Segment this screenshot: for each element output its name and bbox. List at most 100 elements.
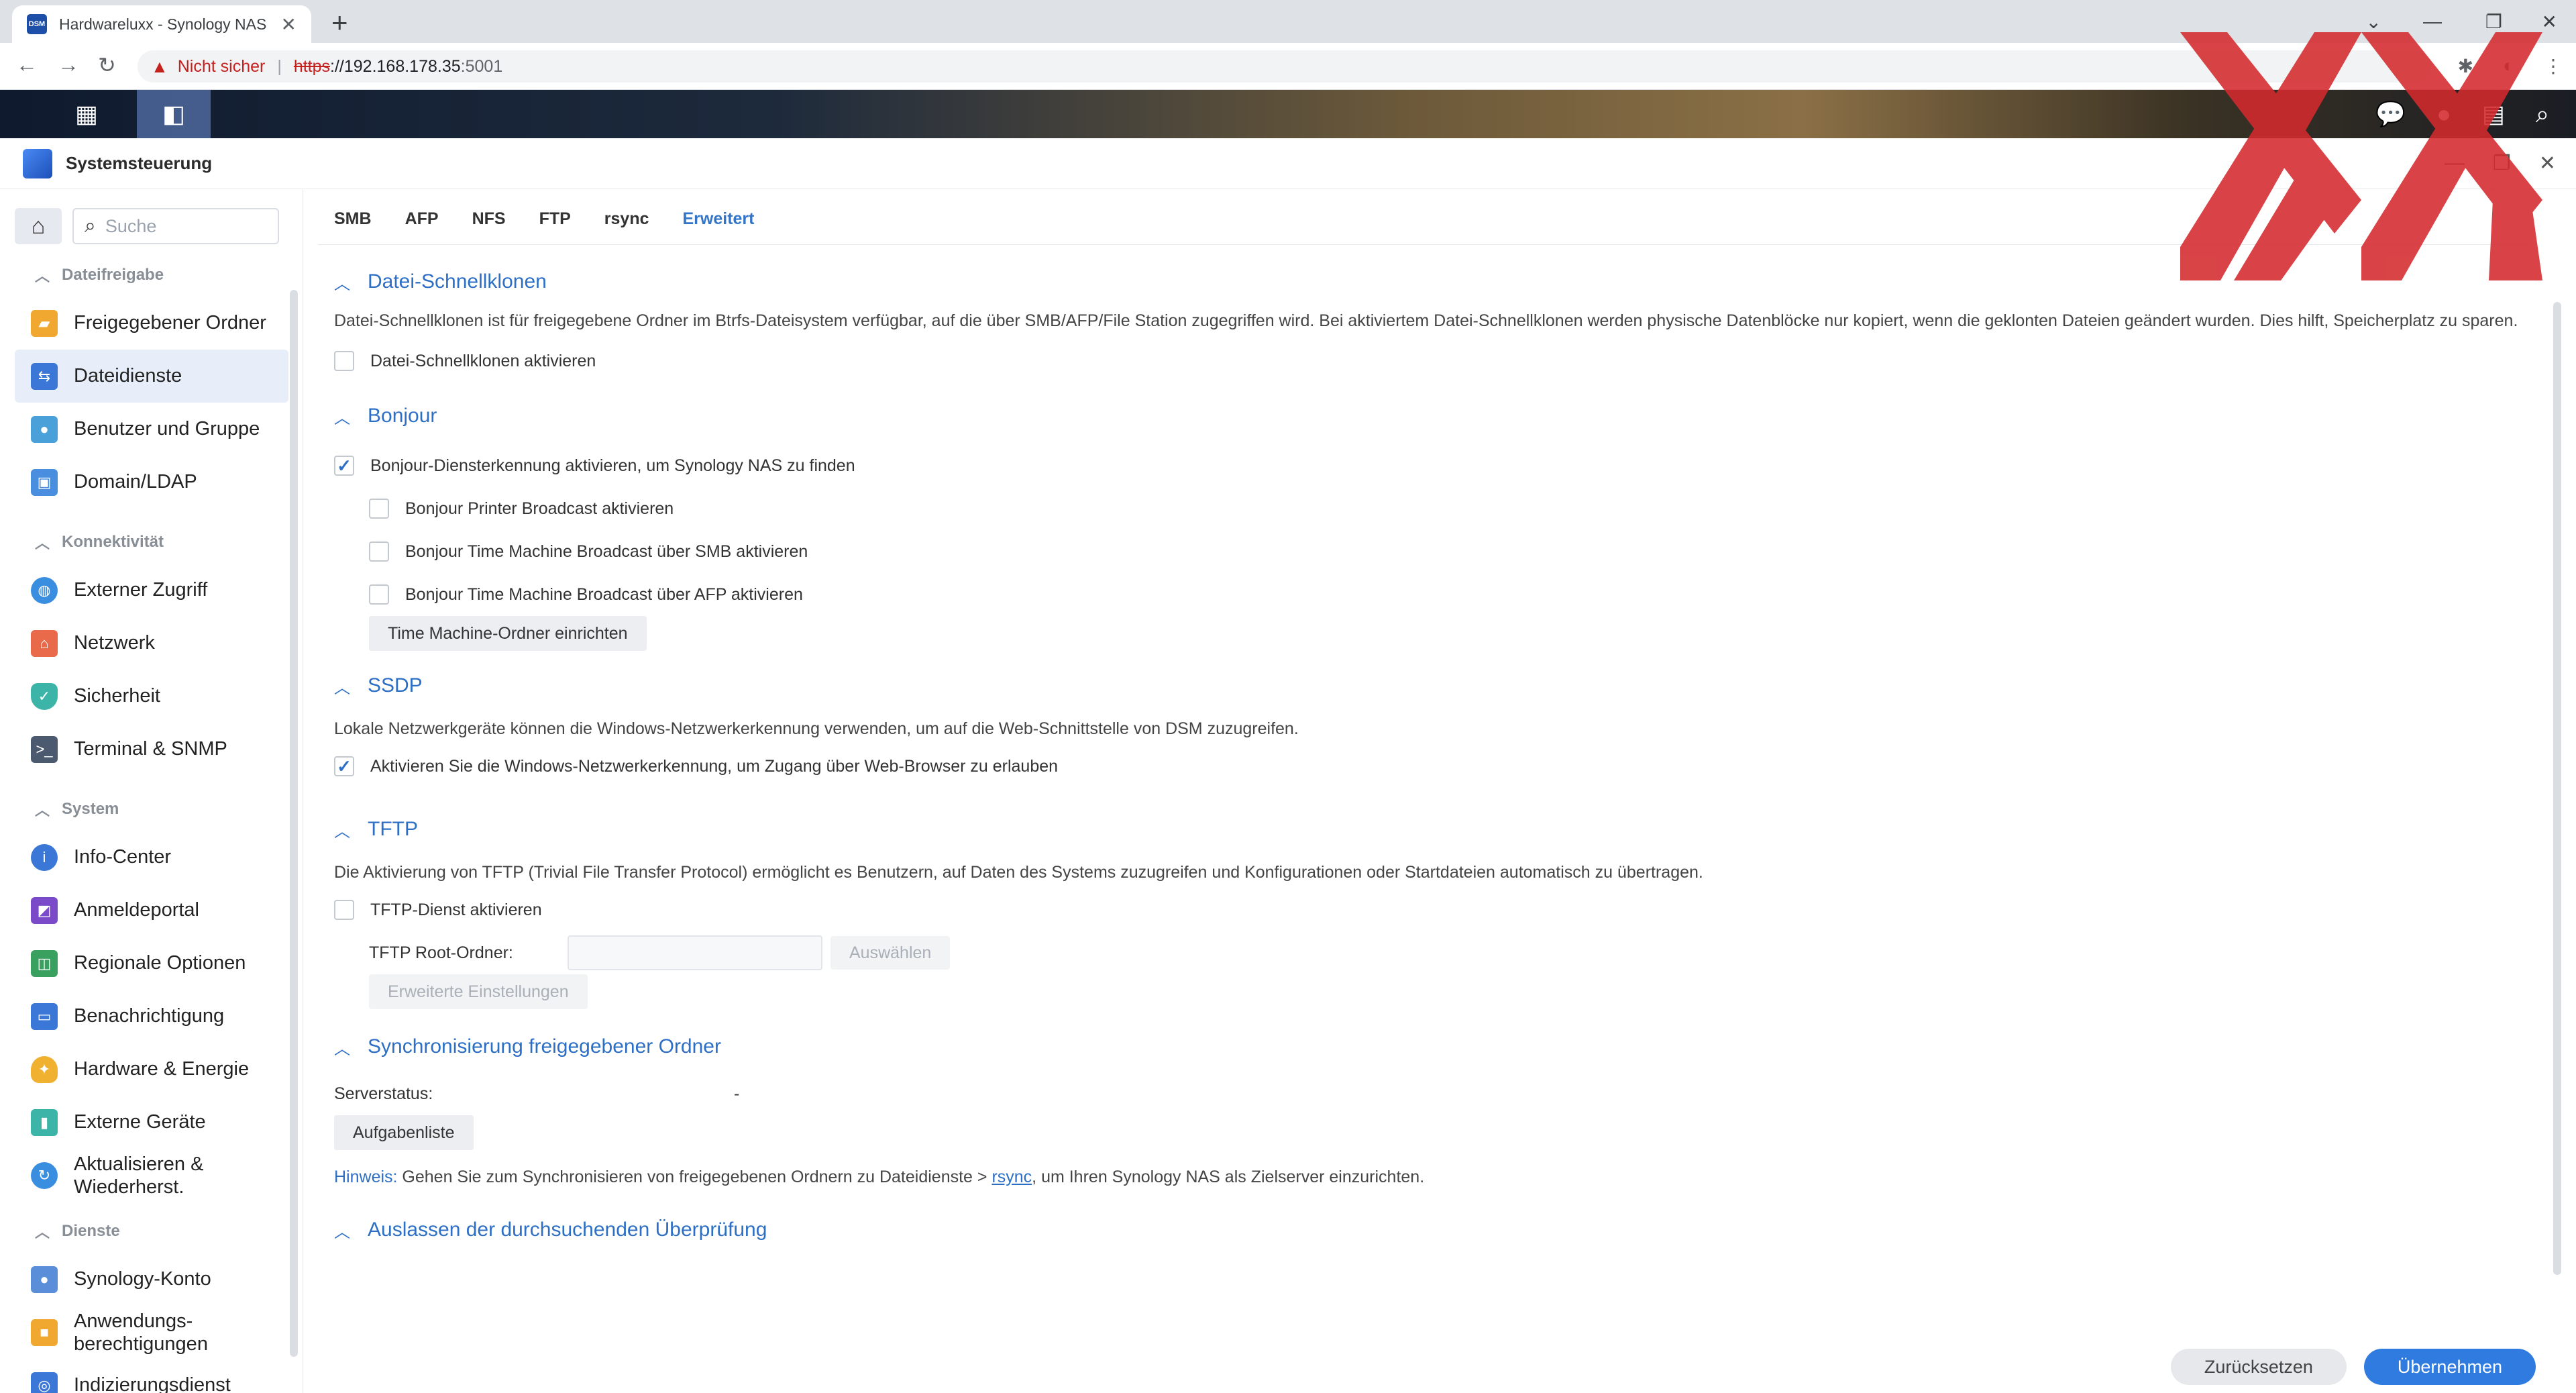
external-device-icon: ▮ bbox=[31, 1108, 58, 1136]
reload-icon[interactable]: ↻ bbox=[98, 52, 116, 78]
url-port: :5001 bbox=[460, 56, 503, 76]
tab-ftp[interactable]: FTP bbox=[539, 209, 571, 236]
main-scrollbar[interactable] bbox=[2553, 302, 2561, 1275]
browser-tab[interactable]: DSM Hardwareluxx - Synology NAS ✕ bbox=[12, 5, 311, 43]
new-tab-button[interactable]: + bbox=[331, 7, 348, 39]
sidebar-item-benutzer[interactable]: ● Benutzer und Gruppe bbox=[15, 403, 288, 456]
sidebar-item-indizierungsdienst[interactable]: ◎ Indizierungsdienst bbox=[15, 1359, 288, 1393]
time-machine-folder-button[interactable]: Time Machine-Ordner einrichten bbox=[369, 616, 647, 651]
sidebar-scrollbar[interactable] bbox=[290, 290, 298, 1357]
tab-afp[interactable]: AFP bbox=[405, 209, 439, 236]
tab-erweitert[interactable]: Erweitert bbox=[683, 209, 755, 236]
bonjour-printer-checkbox[interactable] bbox=[369, 499, 389, 519]
back-icon[interactable]: ← bbox=[16, 52, 38, 77]
control-panel-icon bbox=[23, 148, 52, 178]
sidebar-section-system[interactable]: ︿ System bbox=[15, 788, 288, 831]
sidebar-item-anmeldeportal[interactable]: ◩ Anmeldeportal bbox=[15, 884, 288, 937]
tftp-checkbox-label: TFTP-Dienst aktivieren bbox=[370, 900, 542, 919]
bonjour-tm-afp-label: Bonjour Time Machine Broadcast über AFP … bbox=[405, 584, 803, 604]
tab-smb[interactable]: SMB bbox=[334, 209, 372, 236]
menu-icon[interactable]: ⋮ bbox=[2544, 55, 2563, 77]
sidebar-item-benachrichtigung[interactable]: ▭ Benachrichtigung bbox=[15, 990, 288, 1043]
bonjour-main-checkbox[interactable]: ✓ bbox=[334, 456, 354, 476]
home-button[interactable]: ⌂ bbox=[15, 208, 62, 244]
sidebar-item-anwendungsberechtigungen[interactable]: ■ Anwendungs-berechtigungen bbox=[15, 1306, 288, 1359]
insecure-label: Nicht sicher bbox=[177, 56, 266, 76]
bonjour-printer-label: Bonjour Printer Broadcast aktivieren bbox=[405, 499, 674, 518]
chevron-up-icon: ︿ bbox=[35, 535, 50, 552]
select-button[interactable]: Auswählen bbox=[830, 936, 951, 970]
hint-text: Gehen Sie zum Synchronisieren von freige… bbox=[397, 1168, 992, 1186]
bonjour-tm-smb-row[interactable]: Bonjour Time Machine Broadcast über SMB … bbox=[334, 530, 2548, 573]
sidebar-item-domain[interactable]: ▣ Domain/LDAP bbox=[15, 456, 288, 509]
bonjour-tm-afp-checkbox[interactable] bbox=[369, 584, 389, 605]
ssdp-description: Lokale Netzwerkgeräte können die Windows… bbox=[334, 719, 1299, 738]
url-host: ://192.168.178.35 bbox=[330, 56, 461, 76]
bonjour-tm-afp-row[interactable]: Bonjour Time Machine Broadcast über AFP … bbox=[334, 573, 2548, 616]
sidebar-section-konnektivitaet[interactable]: ︿ Konnektivität bbox=[15, 521, 288, 564]
main-menu-icon[interactable]: ▦ bbox=[50, 90, 123, 138]
section-title-clone: Datei-Schnellklonen bbox=[368, 270, 547, 293]
bonjour-main-checkbox-label: Bonjour-Diensterkennung aktivieren, um S… bbox=[370, 456, 855, 475]
sidebar-item-synology-konto[interactable]: ● Synology-Konto bbox=[15, 1253, 288, 1306]
sidebar-item-regionale-optionen[interactable]: ◫ Regionale Optionen bbox=[15, 937, 288, 990]
index-icon: ◎ bbox=[31, 1372, 58, 1393]
address-bar[interactable]: ▲ Nicht sicher | https ://192.168.178.35… bbox=[138, 50, 2432, 83]
clone-description: Datei-Schnellklonen ist für freigegebene… bbox=[334, 311, 2518, 330]
sidebar-item-netzwerk[interactable]: ⌂ Netzwerk bbox=[15, 617, 288, 670]
sidebar-item-externe-geraete[interactable]: ▮ Externe Geräte bbox=[15, 1096, 288, 1149]
sidebar-item-label: Anwendungs-berechtigungen bbox=[74, 1310, 208, 1355]
sidebar-section-dateifreigabe[interactable]: ︿ Dateifreigabe bbox=[15, 254, 288, 297]
tftp-root-input[interactable] bbox=[568, 935, 822, 970]
settings-content: ︿ Datei-Schnellklonen Datei-Schnellklone… bbox=[334, 256, 2548, 1250]
sidebar-item-freigegebener-ordner[interactable]: ▰ Freigegebener Ordner bbox=[15, 297, 288, 350]
home-icon: ⌂ bbox=[31, 213, 46, 239]
sidebar-section-dienste[interactable]: ︿ Dienste bbox=[15, 1210, 288, 1253]
clone-checkbox-row[interactable]: Datei-Schnellklonen aktivieren bbox=[334, 340, 2548, 382]
bonjour-printer-row[interactable]: Bonjour Printer Broadcast aktivieren bbox=[334, 487, 2548, 530]
sidebar-item-label: Synology-Konto bbox=[74, 1268, 211, 1290]
tab-bar: SMB AFP NFS FTP rsync Erweitert bbox=[334, 209, 754, 236]
control-panel-taskbar-icon[interactable]: ◧ bbox=[137, 90, 211, 138]
bonjour-main-checkbox-row[interactable]: ✓ Bonjour-Diensterkennung aktivieren, um… bbox=[334, 444, 2548, 487]
clone-checkbox[interactable] bbox=[334, 351, 354, 371]
search-icon: ⌕ bbox=[85, 215, 96, 237]
chevron-up-icon: ︿ bbox=[35, 802, 50, 819]
close-tab-icon[interactable]: ✕ bbox=[281, 13, 297, 36]
sidebar-item-externer-zugriff[interactable]: ◍ Externer Zugriff bbox=[15, 564, 288, 617]
sidebar-item-label: Benachrichtigung bbox=[74, 1005, 225, 1027]
ssdp-checkbox[interactable]: ✓ bbox=[334, 756, 354, 776]
chevron-up-icon: ︿ bbox=[35, 1224, 50, 1241]
section-header-ssdp[interactable]: ︿ SSDP bbox=[334, 666, 2548, 706]
task-list-button[interactable]: Aufgabenliste bbox=[334, 1115, 474, 1150]
sidebar-item-terminal[interactable]: >_ Terminal & SNMP bbox=[15, 723, 288, 776]
advanced-settings-button[interactable]: Erweiterte Einstellungen bbox=[369, 974, 588, 1009]
close-window-icon[interactable]: ✕ bbox=[2542, 0, 2557, 43]
sidebar-item-label: Info-Center bbox=[74, 846, 172, 868]
sidebar-item-dateidienste[interactable]: ⇆ Dateidienste bbox=[15, 350, 288, 403]
sidebar-item-label: Aktualisieren & Wiederherst. bbox=[74, 1153, 204, 1198]
reset-button[interactable]: Zurücksetzen bbox=[2170, 1349, 2347, 1385]
sidebar-item-info-center[interactable]: i Info-Center bbox=[15, 831, 288, 884]
section-header-skip[interactable]: ︿ Auslassen der durchsuchenden Überprüfu… bbox=[334, 1210, 2548, 1250]
sidebar-item-sicherheit[interactable]: ✓ Sicherheit bbox=[15, 670, 288, 723]
sidebar-item-aktualisieren[interactable]: ↻ Aktualisieren & Wiederherst. bbox=[15, 1149, 288, 1202]
rsync-link[interactable]: rsync bbox=[991, 1168, 1032, 1186]
section-header-tftp[interactable]: ︿ TFTP bbox=[334, 809, 2548, 849]
sidebar-item-hardware[interactable]: ✦ Hardware & Energie bbox=[15, 1043, 288, 1096]
bonjour-tm-smb-checkbox[interactable] bbox=[369, 541, 389, 562]
tab-nfs[interactable]: NFS bbox=[472, 209, 506, 236]
forward-icon[interactable]: → bbox=[58, 52, 79, 77]
tftp-checkbox[interactable] bbox=[334, 900, 354, 920]
chevron-up-icon: ︿ bbox=[334, 822, 350, 841]
control-panel-window: Systemsteuerung — ❐ ✕ ⌂ ⌕ Suche ︿Dateifr… bbox=[0, 138, 2576, 1393]
section-header-sync[interactable]: ︿ Synchronisierung freigegebener Ordner bbox=[334, 1027, 2548, 1067]
search-input[interactable]: ⌕ Suche bbox=[72, 208, 279, 244]
ssdp-checkbox-row[interactable]: ✓ Aktivieren Sie die Windows-Netzwerkerk… bbox=[334, 745, 2548, 788]
tftp-checkbox-row[interactable]: TFTP-Dienst aktivieren bbox=[334, 888, 2548, 931]
apply-button[interactable]: Übernehmen bbox=[2363, 1349, 2536, 1385]
lightbulb-icon: ✦ bbox=[31, 1055, 58, 1083]
chevron-up-icon: ︿ bbox=[334, 409, 350, 427]
tab-rsync[interactable]: rsync bbox=[604, 209, 649, 236]
section-header-bonjour[interactable]: ︿ Bonjour bbox=[334, 396, 2548, 436]
